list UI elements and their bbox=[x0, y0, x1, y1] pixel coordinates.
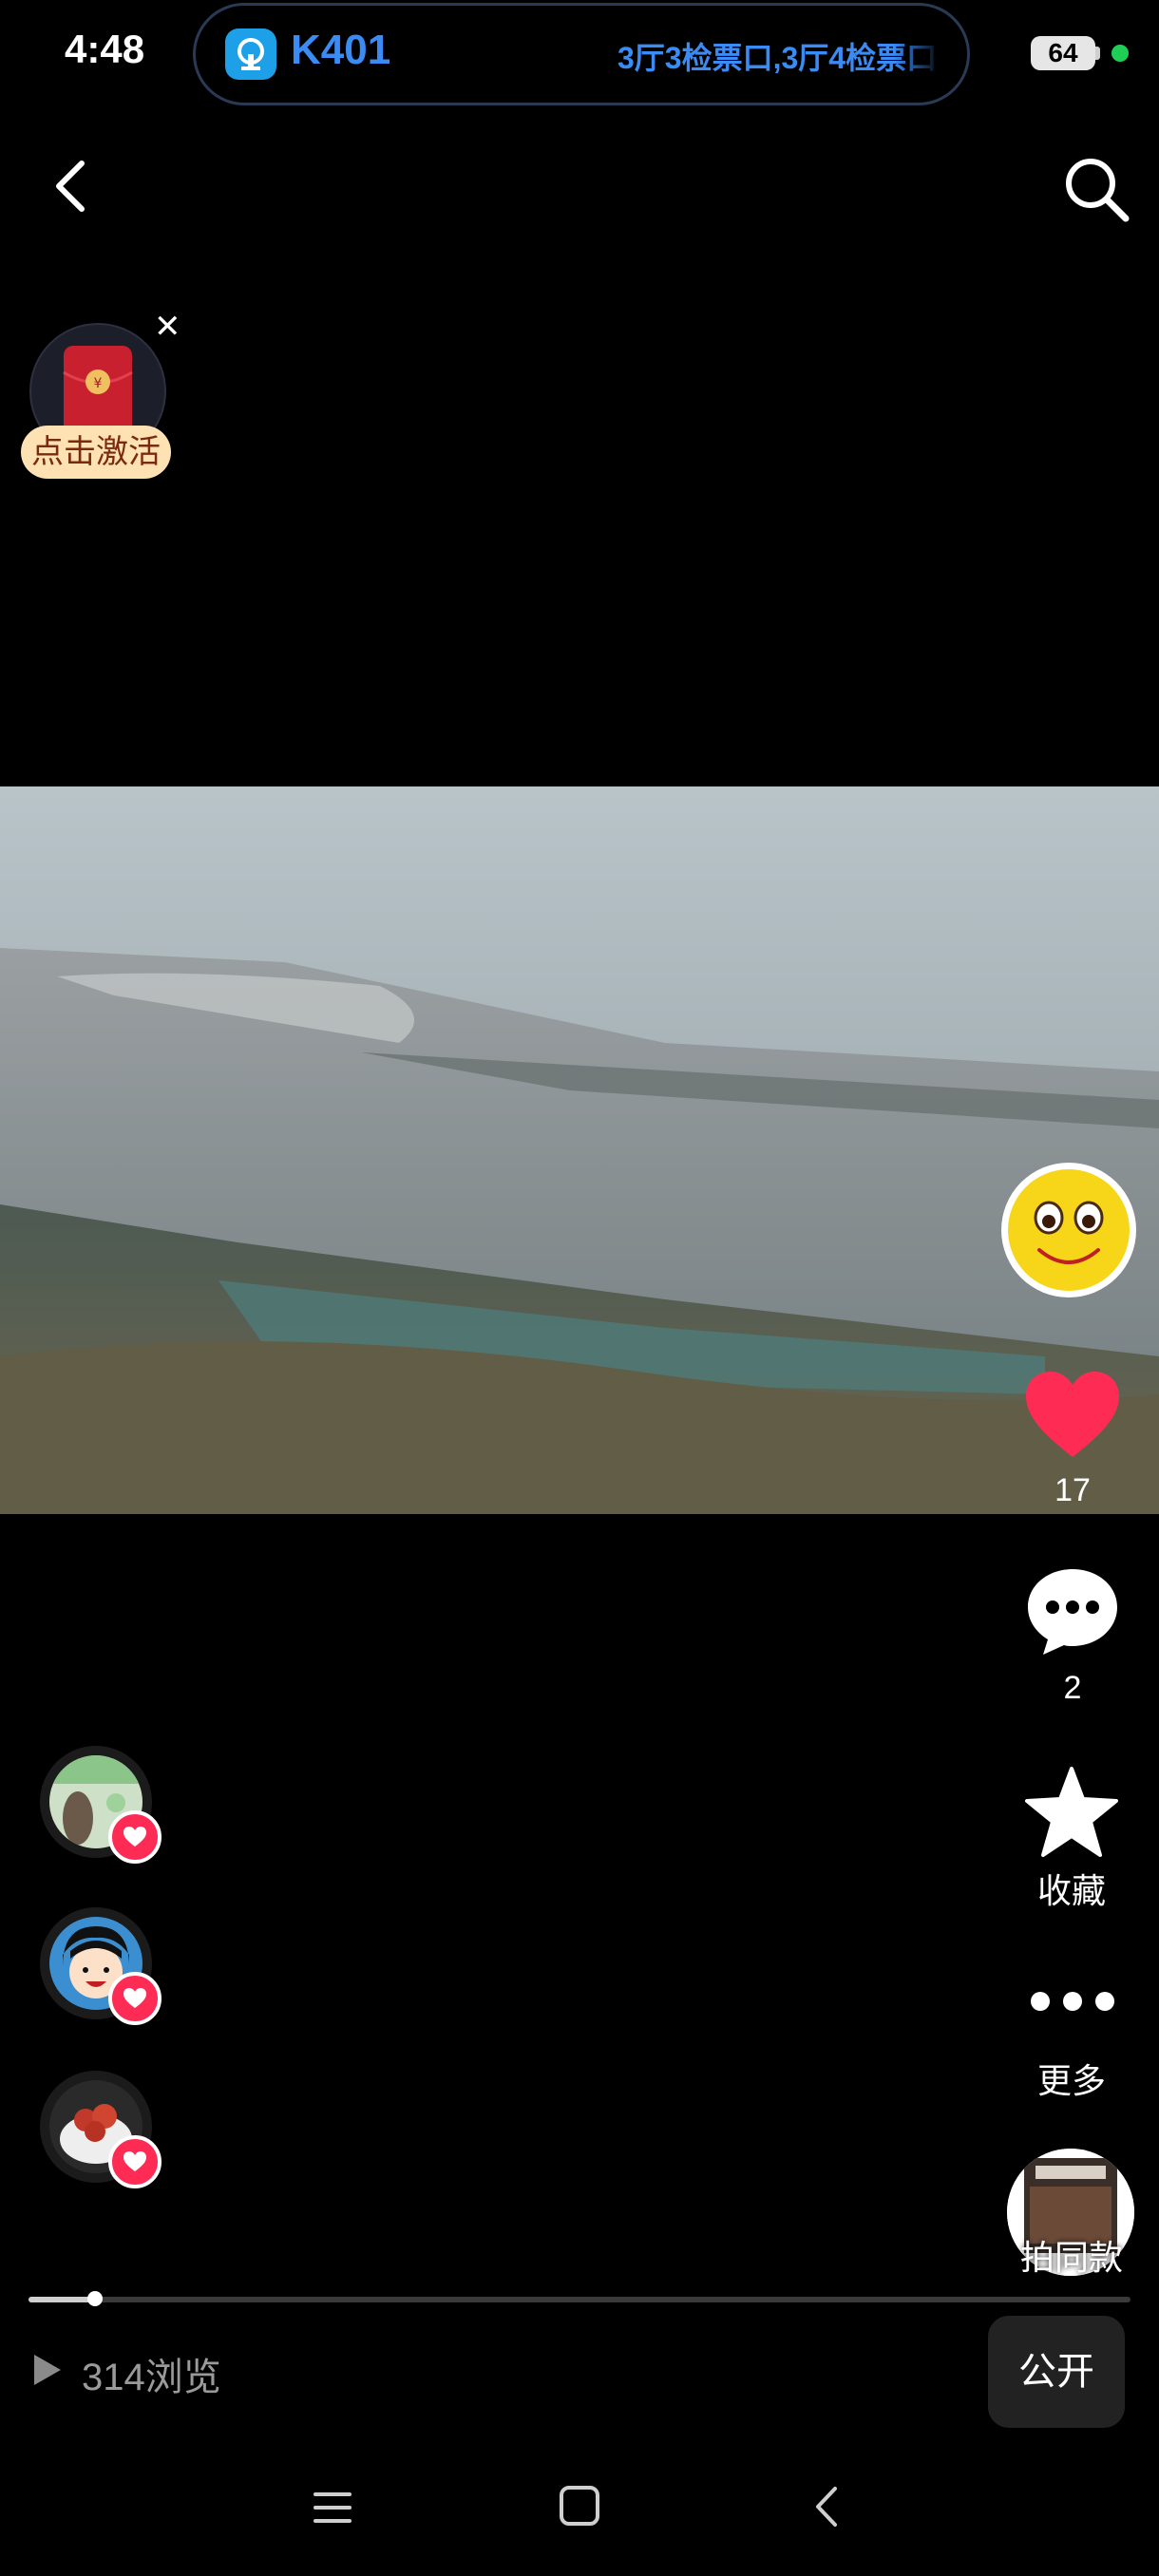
menu-icon bbox=[314, 2492, 352, 2523]
progress-handle[interactable] bbox=[86, 2291, 103, 2306]
heart-badge-icon bbox=[108, 1810, 162, 1864]
heart-icon bbox=[1026, 1372, 1119, 1457]
more-label: 更多 bbox=[1036, 2061, 1106, 2100]
progress-fill bbox=[28, 2297, 95, 2302]
more-button[interactable] bbox=[1029, 1990, 1116, 2013]
railway-app-icon bbox=[225, 28, 276, 80]
battery-tip bbox=[1095, 47, 1100, 60]
liker-avatar[interactable] bbox=[40, 2071, 162, 2188]
square-icon bbox=[560, 2486, 599, 2526]
progress-track[interactable] bbox=[28, 2297, 1130, 2302]
heart-badge-icon bbox=[108, 1972, 162, 2025]
liker-avatar[interactable] bbox=[40, 1746, 162, 1864]
recent-apps-button[interactable] bbox=[312, 2489, 353, 2527]
liker-avatar[interactable] bbox=[40, 1907, 162, 2025]
favorite-label: 收藏 bbox=[1036, 1871, 1106, 1910]
visibility-button[interactable]: 公开 bbox=[988, 2316, 1125, 2428]
red-envelope-promo[interactable]: ¥ 点击激活 ✕ bbox=[21, 309, 182, 484]
home-button[interactable] bbox=[559, 2485, 600, 2527]
star-icon bbox=[1025, 1767, 1118, 1857]
like-count: 17 bbox=[1054, 1472, 1091, 1508]
ellipsis-icon bbox=[1031, 1992, 1114, 2011]
author-avatar[interactable] bbox=[1001, 1163, 1136, 1297]
smiley-avatar-image bbox=[1008, 1169, 1130, 1291]
favorite-button[interactable] bbox=[1022, 1765, 1121, 1860]
chevron-left-icon bbox=[816, 2487, 837, 2527]
comment-button[interactable] bbox=[1024, 1565, 1121, 1658]
video-player[interactable] bbox=[0, 786, 1159, 1514]
same-style-label[interactable]: 拍同款 bbox=[998, 2230, 1146, 2280]
status-time: 4:48 bbox=[65, 27, 145, 71]
activate-label[interactable]: 点击激活 bbox=[21, 426, 171, 479]
like-button[interactable] bbox=[1022, 1368, 1123, 1463]
view-count: 314浏览 bbox=[82, 2357, 221, 2398]
video-frame bbox=[0, 786, 1159, 1514]
system-back-button[interactable] bbox=[812, 2485, 841, 2529]
svg-text:¥: ¥ bbox=[94, 376, 103, 391]
play-icon bbox=[30, 2353, 63, 2387]
train-number: K401 bbox=[291, 27, 391, 73]
comment-icon bbox=[1028, 1569, 1117, 1655]
comment-count: 2 bbox=[1063, 1670, 1082, 1706]
battery-indicator: 64 bbox=[1031, 36, 1095, 70]
chevron-left-icon bbox=[56, 161, 85, 212]
heart-badge-icon bbox=[108, 2135, 162, 2188]
search-button[interactable] bbox=[1059, 152, 1135, 228]
privacy-indicator-dot bbox=[1112, 45, 1129, 62]
search-icon bbox=[1066, 159, 1130, 222]
notification-message: 3厅3检票口,3厅4检票口 bbox=[618, 41, 938, 75]
close-icon[interactable]: ✕ bbox=[154, 308, 181, 346]
back-button[interactable] bbox=[46, 152, 103, 218]
